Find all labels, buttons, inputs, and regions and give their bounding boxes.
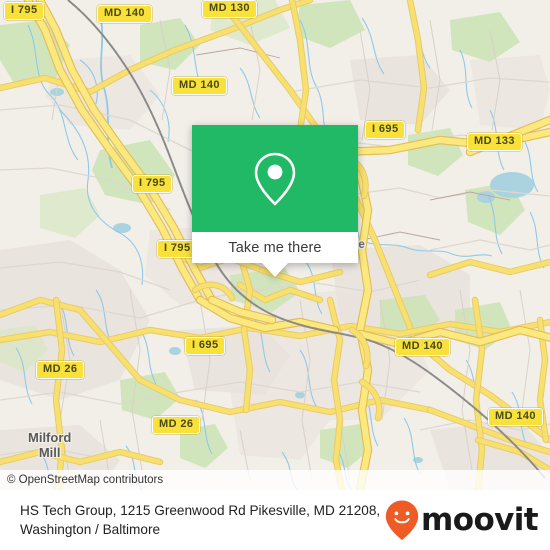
popup-action-bar[interactable]: Take me there: [192, 232, 358, 263]
map-canvas[interactable]: .w { fill:none; stroke:#8ec9e8; stroke-w…: [0, 0, 550, 490]
road-shield: MD 140: [395, 338, 450, 356]
map-attribution-bar: © OpenStreetMap contributors: [0, 470, 550, 490]
location-description: HS Tech Group, 1215 Greenwood Rd Pikesvi…: [20, 503, 381, 537]
moovit-wordmark: moovit: [421, 501, 539, 538]
road-shield: MD 140: [488, 408, 543, 426]
osm-attribution-text[interactable]: © OpenStreetMap contributors: [0, 474, 163, 486]
road-shield: MD 26: [152, 416, 201, 434]
road-shield: MD 140: [97, 5, 152, 23]
road-shield: I 695: [185, 337, 226, 355]
road-shield: MD 140: [172, 77, 227, 95]
map-pin-icon: [254, 152, 296, 205]
road-shield: I 695: [365, 121, 406, 139]
road-shield: I 795: [132, 175, 173, 193]
road-shield: MD 130: [202, 0, 257, 18]
moovit-logo[interactable]: moovit: [384, 499, 539, 541]
footer-bar: HS Tech Group, 1215 Greenwood Rd Pikesvi…: [0, 490, 550, 550]
road-shield: I 795: [4, 2, 45, 20]
destination-popup-card[interactable]: Take me there: [192, 125, 358, 277]
popup-pointer-tail: [262, 263, 288, 277]
road-shield: MD 133: [467, 133, 522, 151]
place-label: Milford Mill: [28, 430, 72, 460]
popup-header: [192, 125, 358, 232]
road-shield: MD 26: [36, 361, 85, 379]
map-screenshot: .w { fill:none; stroke:#8ec9e8; stroke-w…: [0, 0, 550, 550]
take-me-there-label: Take me there: [228, 239, 322, 256]
moovit-pin-icon: [385, 500, 419, 540]
